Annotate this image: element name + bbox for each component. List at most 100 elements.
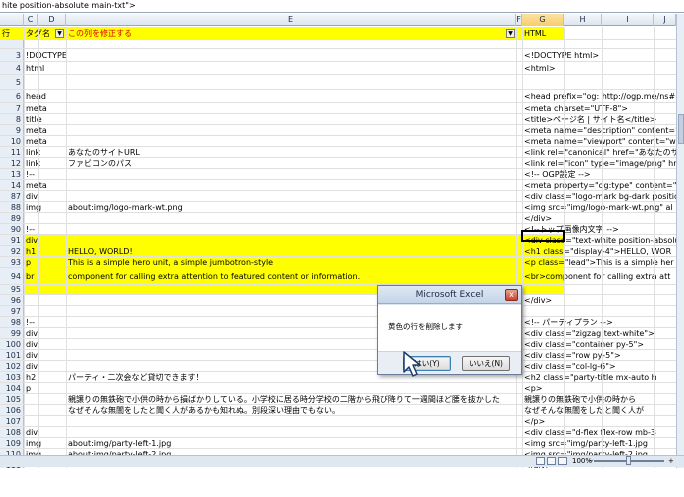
table-row[interactable]: 9 meta <meta name="description" content="サ [0, 125, 676, 136]
row-number[interactable]: 99 [0, 328, 24, 338]
zoom-slider-handle[interactable] [626, 456, 631, 465]
row-number[interactable]: 100 [0, 339, 24, 349]
table-row[interactable]: 105 親譲りの無鉄砲で小供の時から損ばかりしている。小学校に居る時分学校の二階か… [0, 394, 676, 405]
table-row[interactable]: 108 div <div class="d-flex flex-row mb-3 [0, 427, 676, 438]
row-number[interactable]: 3 [0, 49, 24, 61]
table-row[interactable]: 92 h1 HELLO, WORLD! <h1 class="display-4">… [0, 246, 676, 257]
row-number[interactable]: 101 [0, 350, 24, 360]
table-row[interactable]: 106 なぜそんな無闇をしたと聞く人があるかも知れぬ。別段深い理由でもない。 なぜ… [0, 405, 676, 416]
row-number[interactable]: 95 [0, 285, 24, 294]
table-row[interactable]: 93 p This is a simple hero unit, a simple … [0, 257, 676, 268]
formula-bar[interactable]: hite position-absolute main-txt"> [0, 0, 684, 13]
row-number[interactable]: 107 [0, 416, 24, 426]
no-button[interactable]: いいえ(N) [462, 356, 510, 371]
table-row[interactable]: 13 !-- <!-- OGP設定 --> [0, 169, 676, 180]
table-row[interactable]: 96 </div> [0, 295, 676, 306]
spreadsheet-grid[interactable]: 行 タグ名 ▼ この列を修正する ▼ HTML 3!DOCTYPE <!DOCTY… [0, 27, 676, 473]
table-row[interactable]: 101 div <div class="row py-5"> [0, 350, 676, 361]
table-row[interactable] [0, 40, 676, 49]
table-row[interactable]: 7 meta <meta charset="UTF-8"> [0, 103, 676, 114]
table-row[interactable]: 102 div <div class="col-lg-6"> [0, 361, 676, 372]
table-row[interactable]: 94 br component for calling extra attentio… [0, 268, 676, 285]
page-break-icon[interactable] [558, 457, 567, 465]
column-header-j[interactable]: J [654, 14, 676, 26]
row-number[interactable]: 96 [0, 295, 24, 305]
table-row[interactable]: 89 </div> [0, 213, 676, 224]
table-row[interactable]: 5 [0, 75, 676, 90]
vertical-scrollbar[interactable] [676, 14, 684, 473]
row-number[interactable]: 89 [0, 213, 24, 223]
row-number[interactable]: 5 [0, 75, 24, 89]
row-number[interactable]: 102 [0, 361, 24, 371]
zoom-out-icon[interactable]: − [588, 456, 594, 466]
table-row[interactable]: 90 !-- <!--トップ画像内文字 --> [0, 224, 676, 235]
row-number[interactable]: 91 [0, 235, 24, 245]
zoom-in-icon[interactable]: + [668, 456, 674, 466]
table-row[interactable]: 95 [0, 285, 676, 295]
row-number[interactable]: 6 [0, 90, 24, 102]
table-row[interactable]: 8 title <title>ページ名 | サイト名</title> [0, 114, 676, 125]
row-number[interactable]: 98 [0, 317, 24, 327]
column-header-c[interactable]: C [24, 14, 38, 26]
row-number[interactable]: 103 [0, 372, 24, 382]
normal-view-icon[interactable] [536, 457, 545, 465]
row-number[interactable]: 94 [0, 268, 24, 284]
table-row[interactable]: 100 div <div class="container py-5"> [0, 339, 676, 350]
table-row[interactable]: 88 img about:img/logo-mark-wt.png <img src… [0, 202, 676, 213]
column-header-d[interactable]: D [38, 14, 66, 26]
table-row[interactable]: 6 head <head prefix="og: http://ogp.me/ns#… [0, 90, 676, 103]
row-number[interactable]: 11 [0, 147, 24, 157]
header-html: HTML [524, 28, 547, 38]
table-row[interactable]: 109 img about:img/party-left-1.jpg <img sr… [0, 438, 676, 449]
row-number[interactable]: 90 [0, 224, 24, 234]
table-row[interactable]: 104 p <p> [0, 383, 676, 394]
row-number[interactable]: 109 [0, 438, 24, 448]
row-number[interactable]: 14 [0, 180, 24, 190]
table-row[interactable]: 4 html <html> [0, 62, 676, 75]
row-number[interactable]: 9 [0, 125, 24, 135]
row-number[interactable]: 4 [0, 62, 24, 74]
select-all-corner[interactable] [0, 14, 24, 26]
html-output-cell: <html> [524, 63, 556, 73]
row-number[interactable]: 97 [0, 306, 24, 316]
filter-dropdown-icon[interactable]: ▼ [55, 29, 64, 38]
tag-name-cell: div [26, 427, 39, 437]
row-number[interactable]: 108 [0, 427, 24, 437]
table-row[interactable]: 3 !DOCTYPE <!DOCTYPE html> [0, 49, 676, 62]
column-header-g[interactable]: G [522, 14, 564, 26]
table-row[interactable]: 11 link あなたのサイトURL <link rel="canonical" hr… [0, 147, 676, 158]
page-layout-icon[interactable] [547, 457, 556, 465]
table-row[interactable]: 91 div <div class="text-white position-ab… [0, 235, 676, 246]
row-number[interactable]: 12 [0, 158, 24, 168]
table-row[interactable]: 97 [0, 306, 676, 317]
row-number[interactable]: 93 [0, 257, 24, 267]
table-row[interactable]: 12 link ファビコンのパス <link rel="icon" type="ima… [0, 158, 676, 169]
filter-dropdown-icon[interactable]: ▼ [506, 29, 515, 38]
table-row[interactable]: 87 div <div class="logo-mark bg-dark posi… [0, 191, 676, 202]
column-header-e[interactable]: E [66, 14, 516, 26]
table-row[interactable]: 99 div <div class="zigzag text-white"> [0, 328, 676, 339]
edit-text-cell [66, 224, 516, 234]
row-number[interactable]: 87 [0, 191, 24, 201]
column-header-h[interactable]: H [564, 14, 602, 26]
row-number[interactable]: 10 [0, 136, 24, 146]
row-number[interactable]: 104 [0, 383, 24, 393]
scroll-thumb[interactable] [678, 114, 684, 144]
row-number[interactable] [0, 40, 24, 48]
row-number[interactable]: 13 [0, 169, 24, 179]
table-row[interactable]: 98 !-- <!-- パーティプラン --> [0, 317, 676, 328]
column-header-i[interactable]: I [602, 14, 654, 26]
html-output-cell: <div class="container py-5"> [524, 339, 645, 349]
row-number[interactable]: 106 [0, 405, 24, 415]
active-cell[interactable] [521, 230, 565, 242]
table-row[interactable]: 14 meta <meta property="og:type" content="… [0, 180, 676, 191]
row-number[interactable]: 7 [0, 103, 24, 113]
table-row[interactable]: 103 h2 パーティ・二次会など貸切できます！ <h2 class="party-… [0, 372, 676, 383]
row-number[interactable]: 8 [0, 114, 24, 124]
table-row[interactable]: 10 meta <meta name="viewport" content="wid… [0, 136, 676, 147]
row-number[interactable]: 88 [0, 202, 24, 212]
row-number[interactable]: 92 [0, 246, 24, 256]
close-icon[interactable]: x [505, 289, 518, 301]
row-number[interactable]: 105 [0, 394, 24, 404]
table-row[interactable]: 107 </p> [0, 416, 676, 427]
